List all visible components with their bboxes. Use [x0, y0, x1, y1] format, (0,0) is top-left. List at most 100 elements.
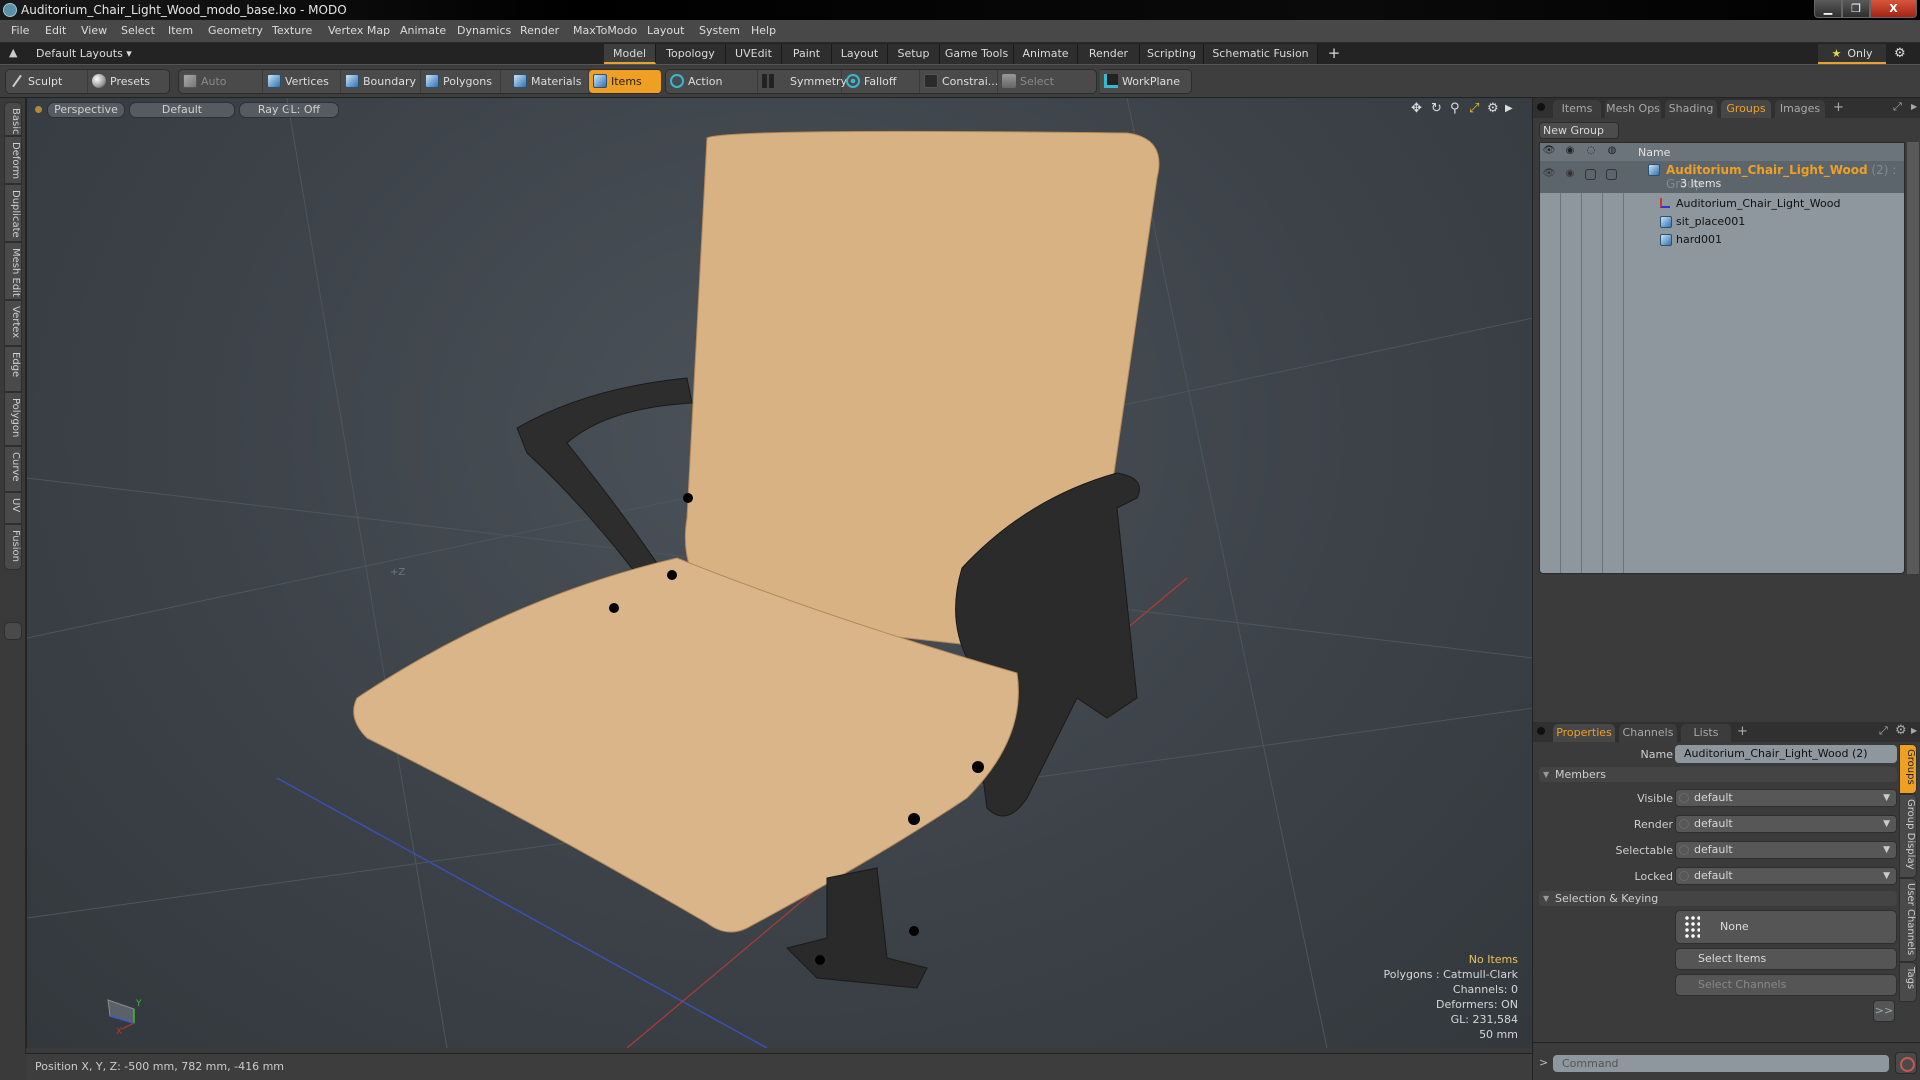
- menu-help[interactable]: Help: [751, 24, 776, 37]
- group-visibility-icon[interactable]: 👁: [1542, 168, 1556, 182]
- lock-icon[interactable]: ◍: [1605, 145, 1619, 159]
- group-list-scrollbar[interactable]: [1907, 142, 1919, 574]
- materials-button[interactable]: Materials: [509, 70, 589, 93]
- group-render-icon[interactable]: ◉: [1563, 168, 1577, 182]
- selection-keying-section[interactable]: ▼ Selection & Keying: [1539, 891, 1897, 906]
- visible-radio[interactable]: [1679, 793, 1689, 803]
- panel-gear-icon[interactable]: ⚙: [1895, 723, 1907, 738]
- sculpt-button[interactable]: Sculpt: [6, 70, 88, 93]
- left-tab-polygon[interactable]: Polygon: [4, 392, 22, 446]
- constraints-button[interactable]: Constrai...: [920, 70, 998, 93]
- menu-texture[interactable]: Texture: [272, 24, 312, 37]
- left-tab-mesh-edit[interactable]: Mesh Edit: [4, 242, 22, 300]
- only-toggle[interactable]: ★ Only: [1818, 44, 1886, 64]
- tab-scripting[interactable]: Scripting: [1140, 44, 1204, 64]
- side-tab-user-channels[interactable]: User Channels: [1899, 878, 1917, 962]
- tab-topology[interactable]: Topology: [656, 44, 726, 64]
- menu-layout[interactable]: Layout: [647, 24, 684, 37]
- left-tab-duplicate[interactable]: Duplicate: [4, 184, 22, 242]
- hierarchy-select-button[interactable]: None: [1675, 910, 1897, 944]
- menu-file[interactable]: File: [11, 24, 29, 37]
- tab-items[interactable]: Items: [1553, 100, 1601, 118]
- tab-channels[interactable]: Channels: [1619, 724, 1677, 742]
- panel-dot-icon[interactable]: [1537, 103, 1545, 111]
- minimize-button[interactable]: ▁: [1814, 0, 1842, 18]
- boundary-button[interactable]: Boundary: [341, 70, 421, 93]
- tab-images[interactable]: Images: [1775, 100, 1825, 118]
- polygons-button[interactable]: Polygons: [421, 70, 501, 93]
- panel-menu-arrow-icon[interactable]: ▶: [1911, 102, 1917, 111]
- tab-uvedit[interactable]: UVEdit: [726, 44, 782, 64]
- tab-animate[interactable]: Animate: [1014, 44, 1078, 64]
- command-input[interactable]: Command: [1553, 1055, 1889, 1072]
- member-row[interactable]: hard001: [1540, 231, 1904, 249]
- render-dropdown[interactable]: default ▼: [1675, 815, 1897, 833]
- left-tab-edge[interactable]: Edge: [4, 346, 22, 392]
- menu-dynamics[interactable]: Dynamics: [457, 24, 511, 37]
- menu-edit[interactable]: Edit: [45, 24, 66, 37]
- selectable-radio[interactable]: [1679, 845, 1689, 855]
- layout-up-arrow-icon[interactable]: ▲: [9, 46, 17, 59]
- side-tab-group-display[interactable]: Group Display: [1899, 794, 1917, 878]
- tab-setup[interactable]: Setup: [888, 44, 940, 64]
- menu-maxtomodo[interactable]: MaxToModo: [573, 24, 637, 37]
- tab-groups[interactable]: Groups: [1721, 100, 1771, 118]
- group-name-field[interactable]: Auditorium_Chair_Light_Wood (2): [1675, 745, 1897, 763]
- menu-item[interactable]: Item: [168, 24, 193, 37]
- selectable-dropdown[interactable]: default ▼: [1675, 841, 1897, 859]
- items-button[interactable]: Items 5: [589, 70, 662, 111]
- render-camera-icon[interactable]: ◉: [1563, 145, 1577, 159]
- maximize-button[interactable]: ❐: [1842, 0, 1870, 18]
- left-tab-basic[interactable]: Basic: [4, 102, 22, 136]
- visible-dropdown[interactable]: default ▼: [1675, 789, 1897, 807]
- menu-geometry[interactable]: Geometry: [208, 24, 263, 37]
- left-tab-fusion[interactable]: Fusion: [4, 524, 22, 570]
- locked-dropdown[interactable]: default ▼: [1675, 867, 1897, 885]
- expand-panel-icon[interactable]: ⤢: [1893, 100, 1902, 114]
- menu-select[interactable]: Select: [121, 24, 155, 37]
- left-tab-uv[interactable]: UV: [4, 492, 22, 524]
- side-tab-tags[interactable]: Tags: [1899, 962, 1917, 1002]
- menu-view[interactable]: View: [81, 24, 107, 37]
- panel-menu-arrow-icon[interactable]: ▶: [1911, 726, 1917, 735]
- tab-game-tools[interactable]: Game Tools: [940, 44, 1014, 64]
- add-panel-tab-icon[interactable]: +: [1737, 724, 1748, 739]
- left-tab-vertex[interactable]: Vertex: [4, 300, 22, 346]
- menu-system[interactable]: System: [699, 24, 740, 37]
- render-radio[interactable]: [1679, 819, 1689, 829]
- tab-render[interactable]: Render: [1078, 44, 1140, 64]
- close-button[interactable]: X: [1870, 0, 1917, 18]
- tab-paint[interactable]: Paint: [782, 44, 832, 64]
- tab-layout[interactable]: Layout: [832, 44, 888, 64]
- symmetry-button[interactable]: Symmetry: [758, 70, 847, 93]
- visibility-eye-icon[interactable]: 👁: [1542, 145, 1556, 159]
- members-section[interactable]: ▼ Members: [1539, 767, 1897, 782]
- tab-lists[interactable]: Lists: [1681, 724, 1731, 742]
- select-items-button[interactable]: Select Items: [1675, 948, 1897, 970]
- locked-radio[interactable]: [1679, 871, 1689, 881]
- menu-vertex-map[interactable]: Vertex Map: [328, 24, 390, 37]
- tab-mesh-ops[interactable]: Mesh Ops: [1605, 100, 1661, 118]
- workplane-button[interactable]: WorkPlane: [1100, 70, 1190, 93]
- tab-properties[interactable]: Properties: [1553, 724, 1615, 742]
- member-row[interactable]: sit_place001: [1540, 213, 1904, 231]
- 3d-viewport[interactable]: Perspective Default Ray GL: Off ✥ ↻ ⚲ ⤢ …: [26, 98, 1532, 1048]
- action-center-button[interactable]: Action Center: [666, 70, 758, 111]
- falloff-button[interactable]: Falloff: [842, 70, 920, 93]
- member-row[interactable]: Auditorium_Chair_Light_Wood: [1540, 195, 1904, 213]
- menu-animate[interactable]: Animate: [400, 24, 446, 37]
- tab-shading[interactable]: Shading: [1665, 100, 1717, 118]
- vertices-button[interactable]: Vertices 1: [263, 70, 341, 111]
- new-group-button[interactable]: New Group: [1539, 122, 1619, 139]
- group-lock-box[interactable]: [1606, 169, 1617, 180]
- add-panel-tab-icon[interactable]: +: [1833, 100, 1844, 115]
- tab-schematic-fusion[interactable]: Schematic Fusion: [1204, 44, 1318, 64]
- menu-render[interactable]: Render: [520, 24, 559, 37]
- gear-icon[interactable]: ⚙: [1894, 46, 1906, 61]
- tab-model[interactable]: Model: [604, 44, 656, 64]
- select-through-button[interactable]: Select Through: [998, 70, 1088, 111]
- select-channels-button[interactable]: Select Channels: [1675, 974, 1897, 996]
- more-button[interactable]: >>: [1873, 1000, 1895, 1022]
- side-tab-groups[interactable]: Groups: [1899, 744, 1917, 794]
- panel-dot-icon[interactable]: [1537, 727, 1545, 735]
